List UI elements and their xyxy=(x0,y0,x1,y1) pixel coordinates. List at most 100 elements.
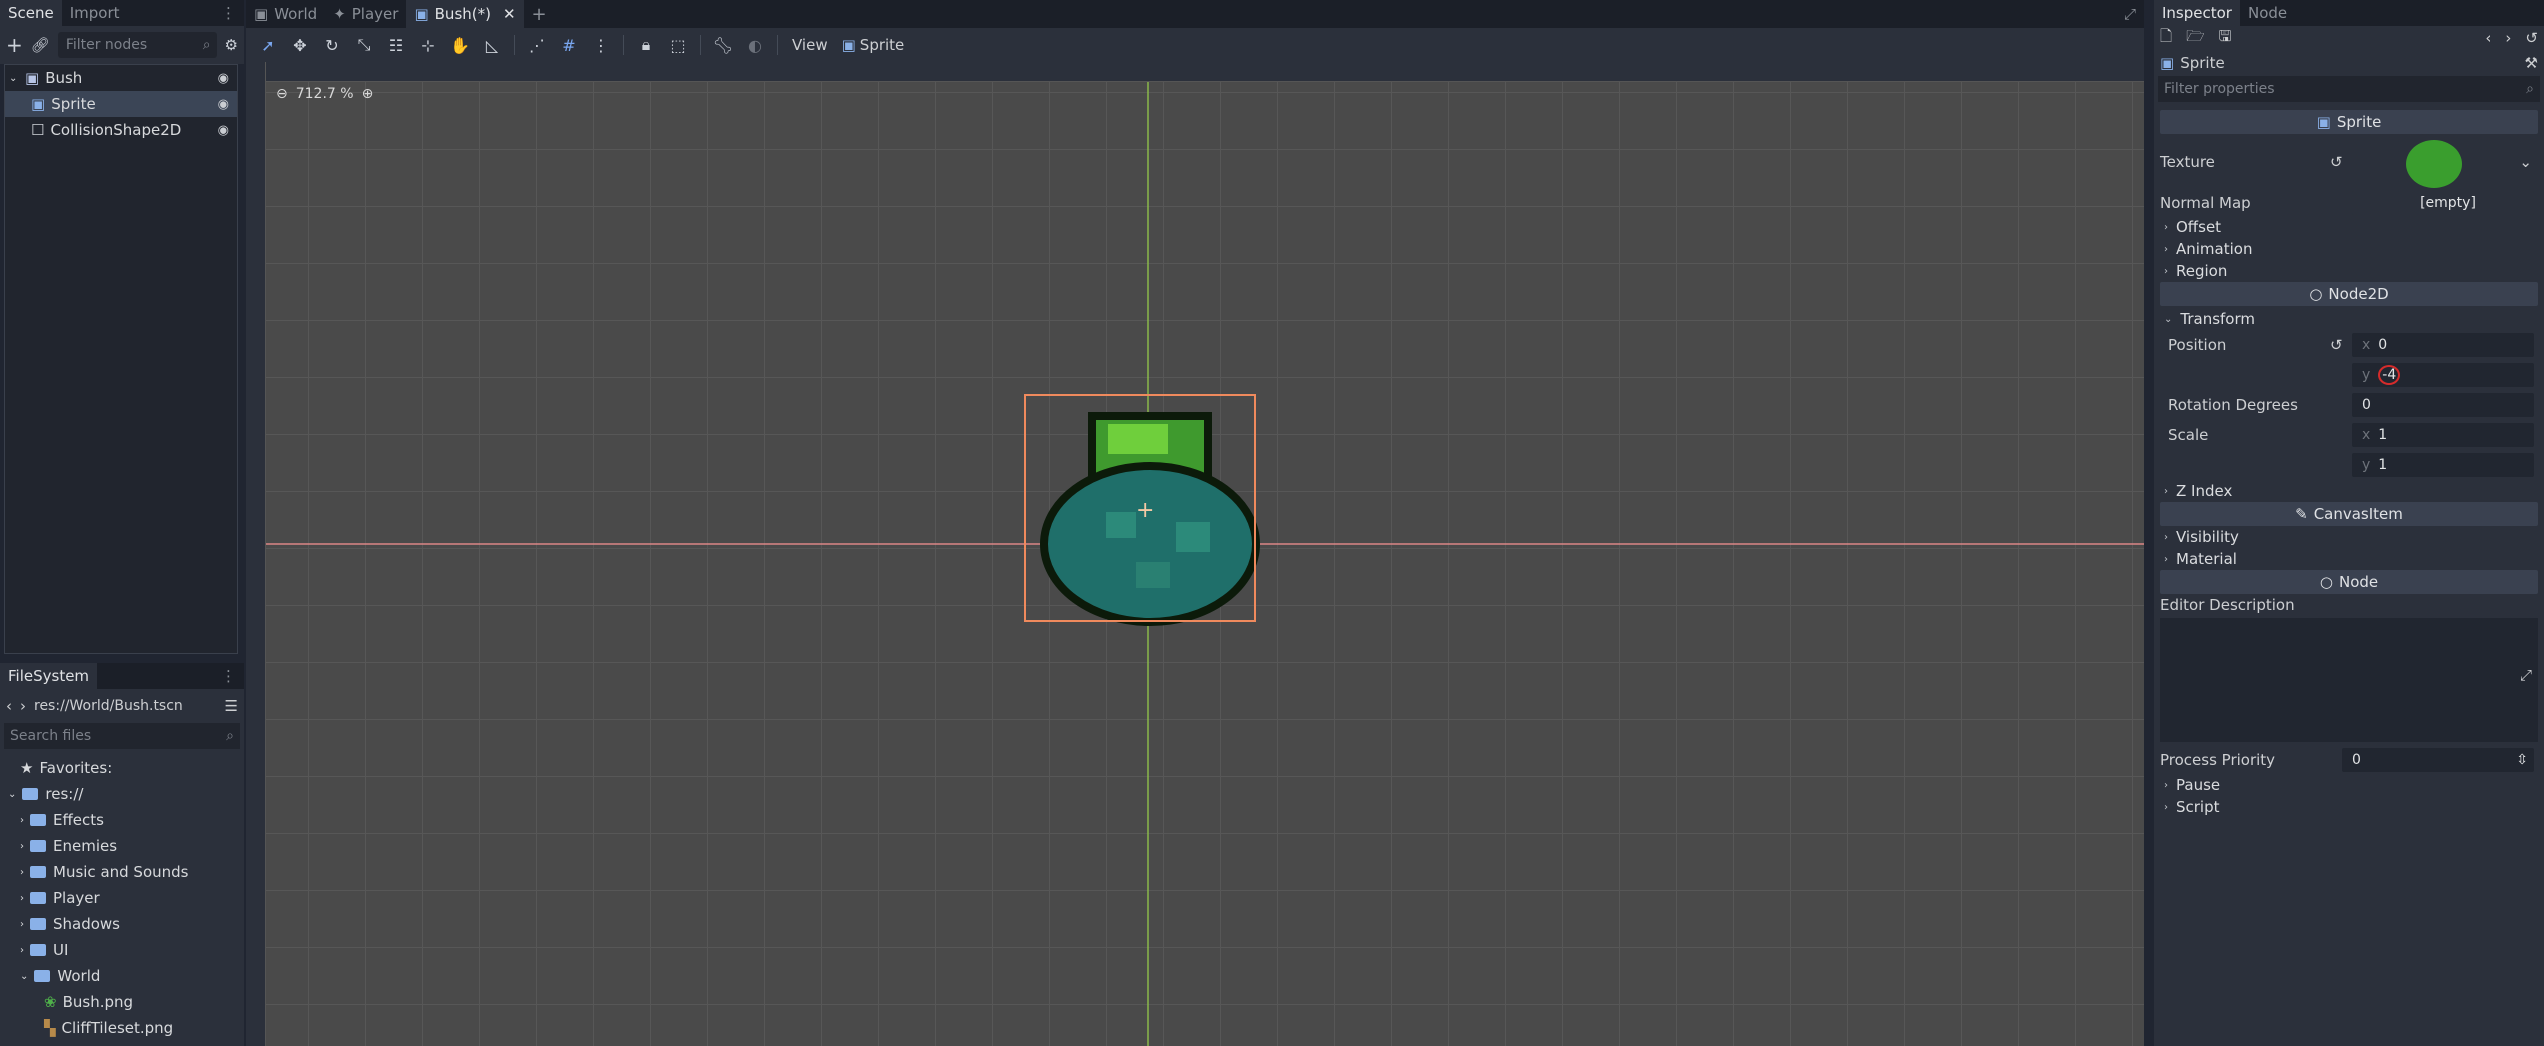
folder-world[interactable]: ⌄ World xyxy=(0,963,244,989)
tab-bush[interactable]: ▣ Bush(*) ✕ xyxy=(406,0,524,28)
group-script[interactable]: › Script xyxy=(2154,796,2544,818)
group-material[interactable]: › Material xyxy=(2154,548,2544,570)
folder-enemies[interactable]: › Enemies xyxy=(0,833,244,859)
close-tab-icon[interactable]: ✕ xyxy=(503,5,516,23)
path-field[interactable]: res://World/Bush.tscn xyxy=(34,698,217,714)
dropdown-icon[interactable]: ⌄ xyxy=(2519,153,2532,171)
ruler-tool-icon[interactable]: ◺ xyxy=(476,30,508,60)
object-selector[interactable]: ▣ Sprite ⚒ xyxy=(2154,50,2544,76)
tab-filesystem[interactable]: FileSystem xyxy=(0,663,98,689)
zoom-out-icon[interactable]: ⊖ xyxy=(276,86,288,102)
folder-shadows[interactable]: › Shadows xyxy=(0,911,244,937)
group-z-index[interactable]: › Z Index xyxy=(2154,480,2544,502)
lock-icon[interactable]: 🔒︎ xyxy=(630,30,662,60)
new-tab-button[interactable]: + xyxy=(524,0,555,28)
tab-world[interactable]: ▣ World xyxy=(246,0,325,28)
search-files-input[interactable]: Search files ⌕ xyxy=(4,723,240,749)
add-node-icon[interactable]: + xyxy=(6,33,23,57)
object-menu-icon[interactable]: ⚒ xyxy=(2525,54,2538,72)
tab-inspector[interactable]: Inspector xyxy=(2154,0,2240,26)
camera-override-icon[interactable]: ◐ xyxy=(739,30,771,60)
grid-snap-icon[interactable]: # xyxy=(553,30,585,60)
position-y-field[interactable]: y -4 xyxy=(2352,363,2534,387)
node2d-icon: ○ xyxy=(2309,285,2323,303)
canvas-2d[interactable]: ⊖ 712.7 % ⊕ + xyxy=(266,82,2144,1046)
filter-properties-input[interactable]: Filter properties ⌕ xyxy=(2158,76,2540,102)
visibility-eye-icon[interactable]: ◉ xyxy=(218,71,229,86)
split-view-icon[interactable]: ☰ xyxy=(225,697,238,715)
history-icon[interactable]: ↺ xyxy=(2525,29,2538,47)
list-select-icon[interactable]: ☷ xyxy=(380,30,412,60)
back-icon[interactable]: ‹ xyxy=(6,697,12,715)
dock-menu-icon[interactable]: ⋮ xyxy=(213,0,244,26)
visibility-eye-icon[interactable]: ◉ xyxy=(218,123,229,138)
scale-tool-icon[interactable]: ⤡ xyxy=(348,30,380,60)
forward-icon[interactable]: › xyxy=(20,697,26,715)
revert-icon[interactable]: ↺ xyxy=(2330,336,2343,354)
group-visibility[interactable]: › Visibility xyxy=(2154,526,2544,548)
scale-y-field[interactable]: y1 xyxy=(2352,453,2534,477)
link-icon[interactable]: 🔗︎ xyxy=(31,36,50,54)
skeleton-icon[interactable]: 🦴︎ xyxy=(707,30,739,60)
move-tool-icon[interactable]: ✥ xyxy=(284,30,316,60)
section-sprite[interactable]: ▣ Sprite xyxy=(2160,110,2538,134)
section-node2d[interactable]: ○ Node2D xyxy=(2160,282,2538,306)
path-bar: ‹ › res://World/Bush.tscn ☰ xyxy=(0,689,244,723)
tab-node[interactable]: Node xyxy=(2240,0,2295,26)
sprite-menu[interactable]: ▣ Sprite xyxy=(836,36,911,54)
file-clifftileset-png[interactable]: ▚ CliffTileset.png xyxy=(0,1015,244,1041)
group-transform[interactable]: ⌄ Transform xyxy=(2154,308,2544,330)
section-node[interactable]: ○ Node xyxy=(2160,570,2538,594)
visibility-eye-icon[interactable]: ◉ xyxy=(218,97,229,112)
save-icon[interactable]: 🖫︎ xyxy=(2219,26,2232,51)
new-resource-icon[interactable]: 🗋︎ xyxy=(2160,26,2172,51)
tab-player[interactable]: ✦ Player xyxy=(325,0,406,28)
tree-node-sprite[interactable]: ▣ Sprite ◉ xyxy=(5,91,237,117)
section-canvasitem[interactable]: ✎ CanvasItem xyxy=(2160,502,2538,526)
folder-effects[interactable]: › Effects xyxy=(0,807,244,833)
open-icon[interactable]: 🗁︎ xyxy=(2186,26,2205,51)
scale-x-field[interactable]: x1 xyxy=(2352,423,2534,447)
tab-scene[interactable]: Scene xyxy=(0,0,62,26)
rotation-row: Rotation Degrees 0 xyxy=(2154,390,2544,420)
texture-preview[interactable] xyxy=(2406,140,2462,188)
folder-music[interactable]: › Music and Sounds xyxy=(0,859,244,885)
spinner-icon[interactable]: ⇳ xyxy=(2516,752,2528,768)
group-offset[interactable]: › Offset xyxy=(2154,216,2544,238)
pan-tool-icon[interactable]: ✋ xyxy=(444,30,476,60)
group-icon[interactable]: ⬚ xyxy=(662,30,694,60)
group-region[interactable]: › Region xyxy=(2154,260,2544,282)
revert-icon[interactable]: ↺ xyxy=(2330,153,2343,171)
group-pause[interactable]: › Pause xyxy=(2154,774,2544,796)
scene-tools-icon[interactable]: ⚙ xyxy=(225,36,238,54)
select-tool-icon[interactable]: ➚ xyxy=(252,30,284,60)
favorites-row[interactable]: ★ Favorites: xyxy=(0,755,244,781)
history-back-icon[interactable]: ‹ xyxy=(2485,29,2491,47)
group-animation[interactable]: › Animation xyxy=(2154,238,2544,260)
tree-node-collisionshape2d[interactable]: ☐ CollisionShape2D ◉ xyxy=(5,117,237,143)
zoom-in-icon[interactable]: ⊕ xyxy=(362,86,374,102)
tree-node-bush[interactable]: ⌄ ▣ Bush ◉ xyxy=(5,65,237,91)
tab-import[interactable]: Import xyxy=(62,0,128,26)
process-priority-field[interactable]: 0 ⇳ xyxy=(2342,748,2534,772)
file-bush-png[interactable]: ❀ Bush.png xyxy=(0,989,244,1015)
divider xyxy=(700,35,701,55)
rotate-tool-icon[interactable]: ↻ xyxy=(316,30,348,60)
filter-nodes-input[interactable]: Filter nodes ⌕ xyxy=(57,32,217,58)
distraction-free-icon[interactable]: ⤢ xyxy=(2116,0,2144,28)
pivot-tool-icon[interactable]: ⊹ xyxy=(412,30,444,60)
snap-options-icon[interactable]: ⋮ xyxy=(585,30,617,60)
editor-description-field[interactable]: ⤢ xyxy=(2160,618,2538,742)
expand-icon[interactable]: ⤢ xyxy=(2520,666,2532,684)
zoom-level[interactable]: 712.7 % xyxy=(296,86,354,102)
res-root-row[interactable]: ⌄ res:// xyxy=(0,781,244,807)
smart-snap-icon[interactable]: ⋰ xyxy=(521,30,553,60)
position-x-field[interactable]: x0 xyxy=(2352,333,2534,357)
folder-player[interactable]: › Player xyxy=(0,885,244,911)
history-forward-icon[interactable]: › xyxy=(2505,29,2511,47)
normal-map-value[interactable]: [empty] xyxy=(2352,191,2534,215)
folder-ui[interactable]: › UI xyxy=(0,937,244,963)
dock-menu-icon[interactable]: ⋮ xyxy=(213,663,244,689)
view-menu[interactable]: View xyxy=(784,36,836,54)
rotation-field[interactable]: 0 xyxy=(2352,393,2534,417)
